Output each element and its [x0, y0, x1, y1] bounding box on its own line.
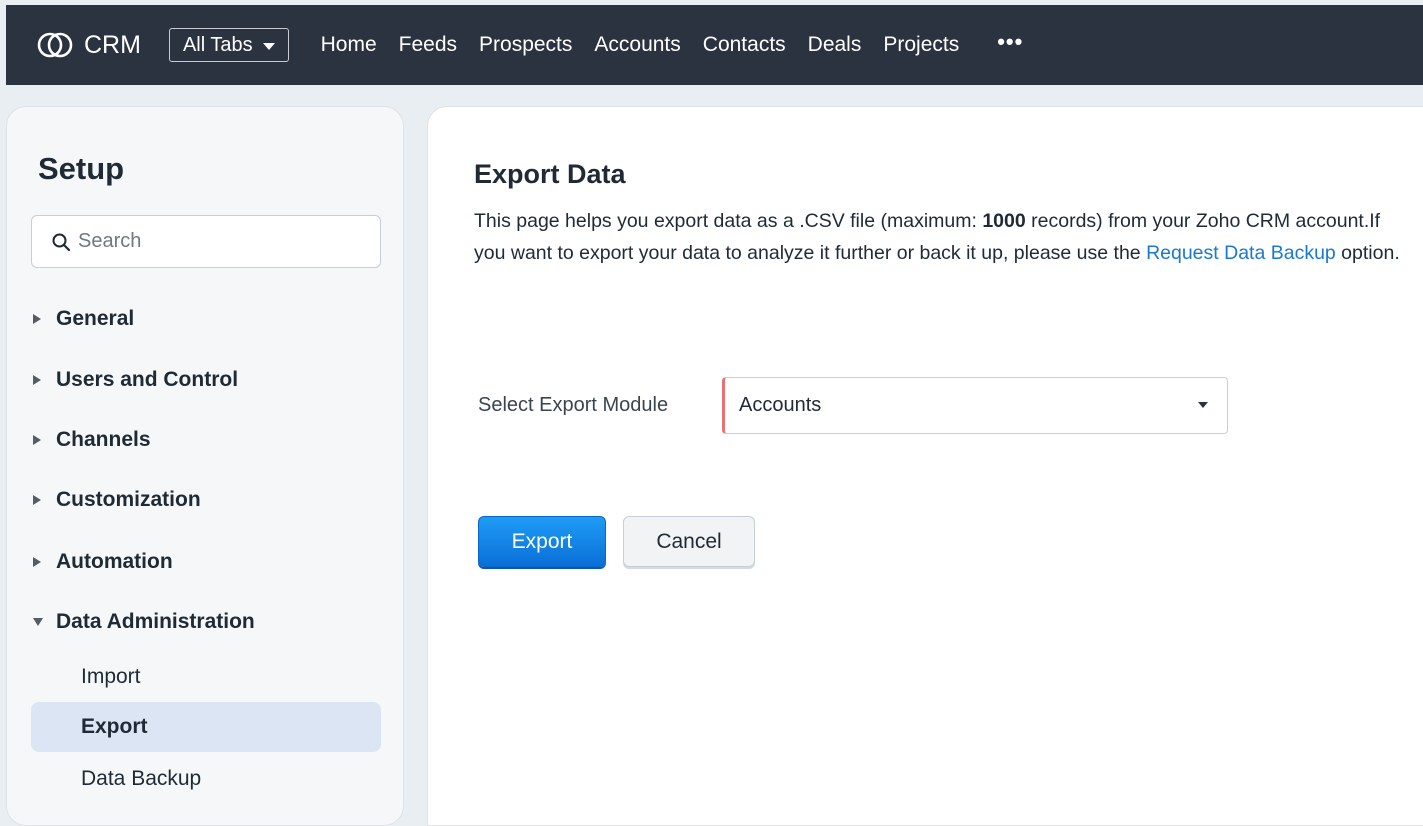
export-button[interactable]: Export	[478, 516, 606, 567]
description-text: This page helps you export data as a .CS…	[474, 210, 983, 232]
expand-arrow-icon	[33, 435, 41, 445]
sidebar-group-users-and-control[interactable]: Users and Control	[33, 368, 238, 392]
all-tabs-label: All Tabs	[182, 33, 253, 56]
sidebar-item-label: Import	[81, 665, 141, 688]
sidebar-group-customization[interactable]: Customization	[33, 488, 201, 512]
sidebar-group-general[interactable]: General	[33, 307, 134, 331]
more-icon[interactable]: •••	[997, 29, 1023, 55]
expand-arrow-icon	[33, 375, 41, 385]
max-records-value: 1000	[982, 210, 1026, 232]
sidebar-group-automation[interactable]: Automation	[33, 550, 173, 574]
setup-sidebar: Setup General Users and Control Channels…	[6, 106, 404, 826]
nav-prospects[interactable]: Prospects	[479, 33, 572, 57]
sidebar-group-label: Users and Control	[56, 368, 239, 391]
brand-name: CRM	[84, 30, 141, 59]
all-tabs-dropdown[interactable]: All Tabs	[168, 28, 289, 62]
main-panel: Export Data This page helps you export d…	[427, 106, 1423, 826]
sidebar-item-import[interactable]: Import	[31, 652, 381, 702]
collapse-arrow-icon	[33, 618, 43, 626]
setup-title: Setup	[38, 151, 125, 186]
sidebar-group-label: Automation	[56, 550, 173, 573]
sidebar-item-data-backup[interactable]: Data Backup	[31, 754, 381, 804]
top-nav-bar: CRM All Tabs Home Feeds Prospects Accoun…	[6, 5, 1423, 85]
nav-accounts[interactable]: Accounts	[594, 33, 680, 57]
sidebar-item-export[interactable]: Export	[31, 702, 381, 752]
nav-links: Home Feeds Prospects Accounts Contacts D…	[321, 33, 982, 57]
nav-home[interactable]: Home	[321, 33, 377, 57]
zoho-crm-logo-icon	[37, 32, 73, 58]
nav-deals[interactable]: Deals	[808, 33, 862, 57]
page-title: Export Data	[474, 159, 626, 189]
setup-search[interactable]	[31, 215, 381, 268]
caret-down-icon	[262, 42, 275, 50]
caret-down-icon	[1198, 402, 1208, 408]
sidebar-group-label: Data Administration	[56, 610, 255, 633]
sidebar-group-label: General	[56, 307, 135, 330]
export-module-select[interactable]: Accounts	[722, 377, 1228, 434]
page-description: This page helps you export data as a .CS…	[474, 205, 1404, 269]
description-text: option.	[1335, 242, 1400, 264]
sidebar-item-label: Export	[81, 715, 148, 738]
nav-projects[interactable]: Projects	[883, 33, 959, 57]
export-module-label: Select Export Module	[478, 394, 669, 416]
nav-contacts[interactable]: Contacts	[703, 33, 786, 57]
nav-feeds[interactable]: Feeds	[399, 33, 457, 57]
sidebar-group-label: Customization	[56, 488, 201, 511]
request-data-backup-link[interactable]: Request Data Backup	[1146, 242, 1336, 264]
sidebar-group-channels[interactable]: Channels	[33, 428, 151, 452]
expand-arrow-icon	[33, 557, 41, 567]
sidebar-group-label: Channels	[56, 428, 151, 451]
search-icon	[52, 233, 70, 251]
selected-module-value: Accounts	[739, 394, 822, 416]
search-input[interactable]	[78, 230, 358, 253]
sidebar-group-data-administration[interactable]: Data Administration	[33, 610, 255, 634]
expand-arrow-icon	[33, 314, 41, 324]
crm-logo[interactable]: CRM	[36, 30, 141, 60]
sidebar-item-label: Data Backup	[81, 767, 202, 790]
cancel-button[interactable]: Cancel	[623, 516, 755, 567]
expand-arrow-icon	[33, 495, 41, 505]
